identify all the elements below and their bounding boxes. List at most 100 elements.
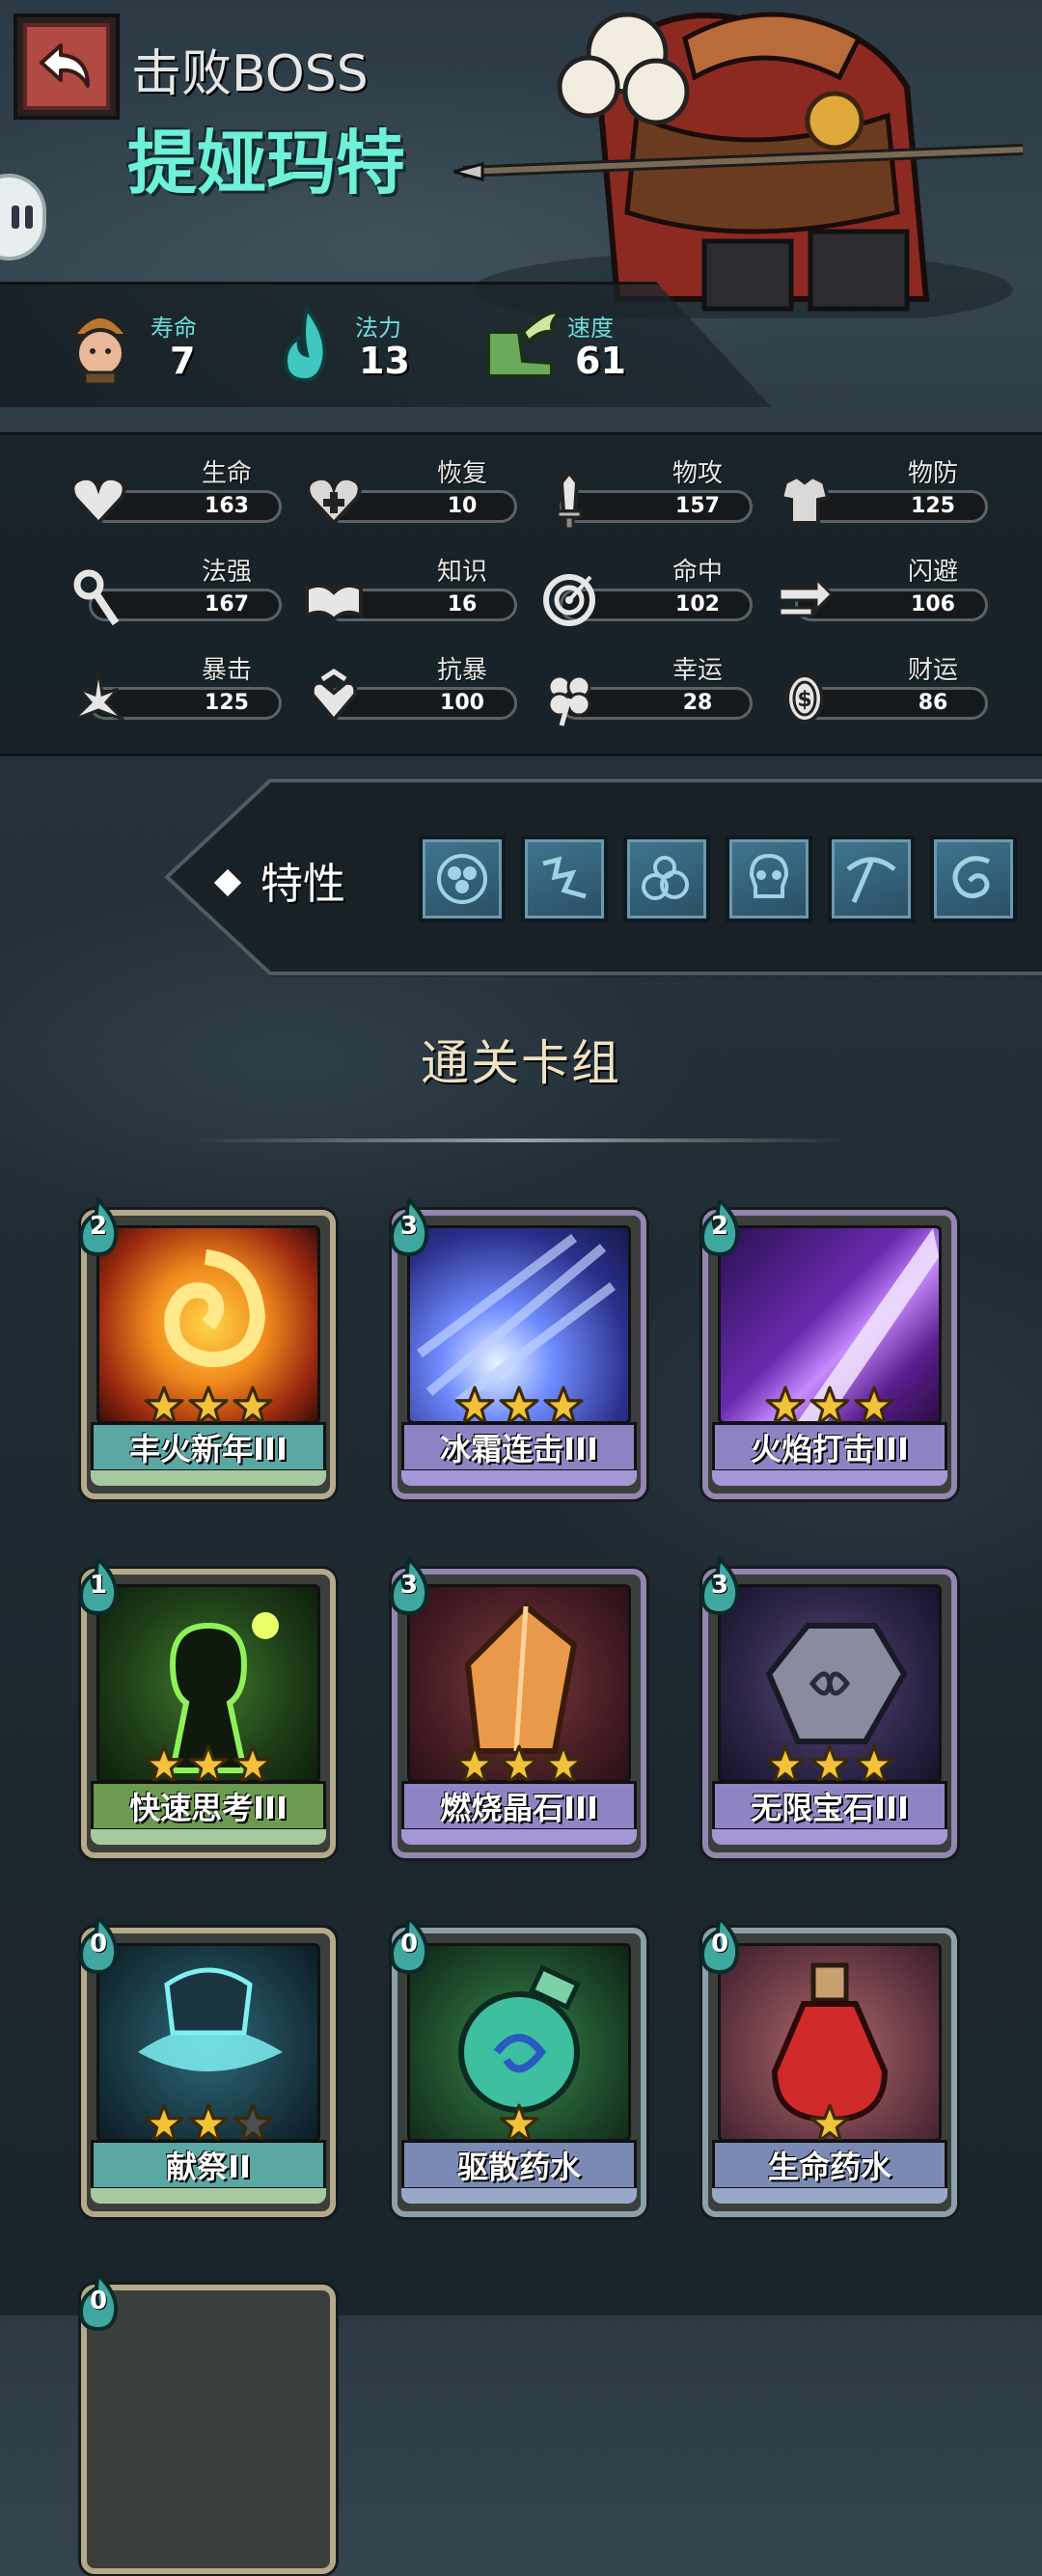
card-9[interactable]: 0 [73,2271,336,2576]
card-name: 快速思考III [91,1781,326,1831]
skull-icon [749,853,789,898]
attr-label: 闪避 [907,558,958,587]
star-filled-icon [233,1385,273,1426]
attr-value: 163 [205,494,249,518]
attr-value: 125 [205,691,249,715]
star-filled-icon [809,1385,850,1426]
star-filled-icon [499,1744,539,1785]
boss-portrait [453,12,1024,318]
attr-value: 86 [918,691,948,715]
attr-value: 10 [447,494,478,518]
trait-slot-2[interactable] [521,836,608,922]
card-name: 燃烧晶石III [401,1781,637,1831]
stat-label: 速度 [567,315,614,342]
attr-label: 知识 [436,558,487,587]
card-footer [401,1470,637,1486]
card-footer [401,1829,637,1845]
coin-icon: $ [785,673,824,724]
card-footer [91,1470,326,1486]
mana-cost-badge: 2 [73,1196,123,1257]
mana-cost-badge: 0 [695,1914,745,1975]
card-footer [712,1470,947,1486]
attr-crit-resist: 抗暴 100 [303,650,520,727]
attr-value: 100 [440,691,484,715]
star-filled-icon [809,1744,850,1785]
star-empty-icon [233,2103,273,2144]
attr-label: 命中 [672,558,723,587]
attr-label: 财运 [907,656,958,685]
winged-boot-icon [486,310,563,378]
mana-cost-badge: 3 [384,1555,434,1616]
back-arrow-icon [40,43,90,88]
page-title: 击败BOSS [131,45,369,103]
attr-pdef: 物防 125 [774,453,991,531]
card-2[interactable]: 火焰打击III 2 [695,1196,957,1501]
attr-crit: 暴击 125 [68,650,285,727]
card-name: 火焰打击III [712,1422,947,1472]
deck-divider [193,1138,849,1142]
rock-pile-icon [642,856,689,900]
attr-patk: 物攻 157 [538,453,755,531]
trait-slot-1[interactable] [419,836,506,922]
trait-slot-6[interactable] [930,836,1017,922]
trait-slot-3[interactable] [623,836,710,922]
attr-dodge: 闪避 106 [774,552,991,629]
book-icon [305,583,363,622]
diamond-icon [213,868,242,897]
card-0[interactable]: 丰火新年III 2 [73,1196,336,1501]
attr-luck: 幸运 28 [538,650,755,727]
card-cost: 2 [89,1212,108,1241]
attr-label: 幸运 [672,656,723,685]
side-drawer-tab[interactable] [0,174,46,260]
star-filled-icon [499,1385,539,1426]
star-filled-icon [188,1744,229,1785]
attr-label: 物攻 [672,459,723,488]
card-1[interactable]: 冰霜连击III 3 [384,1196,646,1501]
card-cost: 2 [710,1212,729,1241]
card-name: 生命药水 [712,2140,947,2190]
card-4[interactable]: 燃烧晶石III 3 [384,1555,646,1860]
mana-flame-icon [283,304,327,383]
target-icon [543,574,595,626]
card-cost: 3 [710,1571,729,1600]
star-filled-icon [765,1744,806,1785]
trait-slot-4[interactable] [726,836,812,922]
card-3[interactable]: 快速思考III 1 [73,1555,336,1860]
mana-cost-badge: 2 [695,1196,745,1257]
pickaxe-icon [846,857,896,903]
attr-value: 125 [911,494,955,518]
star-filled-icon [188,1385,229,1426]
mana-cost-badge: 3 [695,1555,745,1616]
clover-rune-icon [437,854,487,904]
card-5[interactable]: 无限宝石III 3 [695,1555,957,1860]
card-footer [401,2188,637,2204]
attr-hp: 生命 163 [68,453,285,531]
stat-value: 61 [575,340,626,382]
star-filled-icon [543,1744,584,1785]
clover-icon [547,674,591,726]
card-cost: 1 [89,1571,108,1600]
traits-label: 特性 [213,849,345,911]
card-8[interactable]: 生命药水 0 [695,1914,957,2219]
card-cost: 3 [399,1571,419,1600]
heal-heart-icon [306,476,362,526]
card-7[interactable]: 驱散药水 0 [384,1914,646,2219]
attr-label: 法强 [201,558,252,587]
sword-icon [556,469,583,531]
armor-icon [779,474,831,525]
attr-knowledge: 知识 16 [303,552,520,629]
back-button[interactable] [14,14,120,120]
card-6[interactable]: 献祭II 0 [73,1914,336,2219]
star-filled-icon [144,1385,184,1426]
deck-title: 通关卡组 [421,1035,621,1091]
crit-icon [71,669,125,722]
attr-regen: 恢复 10 [303,453,520,531]
stat-speed: 速度 61 [480,303,626,390]
swirl-rune-icon [952,856,991,898]
attr-label: 物防 [907,459,958,488]
mana-cost-badge: 3 [384,1196,434,1257]
star-filled-icon [454,1385,495,1426]
trait-slot-5[interactable] [828,836,915,922]
staff-icon [73,569,120,626]
attr-label: 恢复 [436,459,487,488]
